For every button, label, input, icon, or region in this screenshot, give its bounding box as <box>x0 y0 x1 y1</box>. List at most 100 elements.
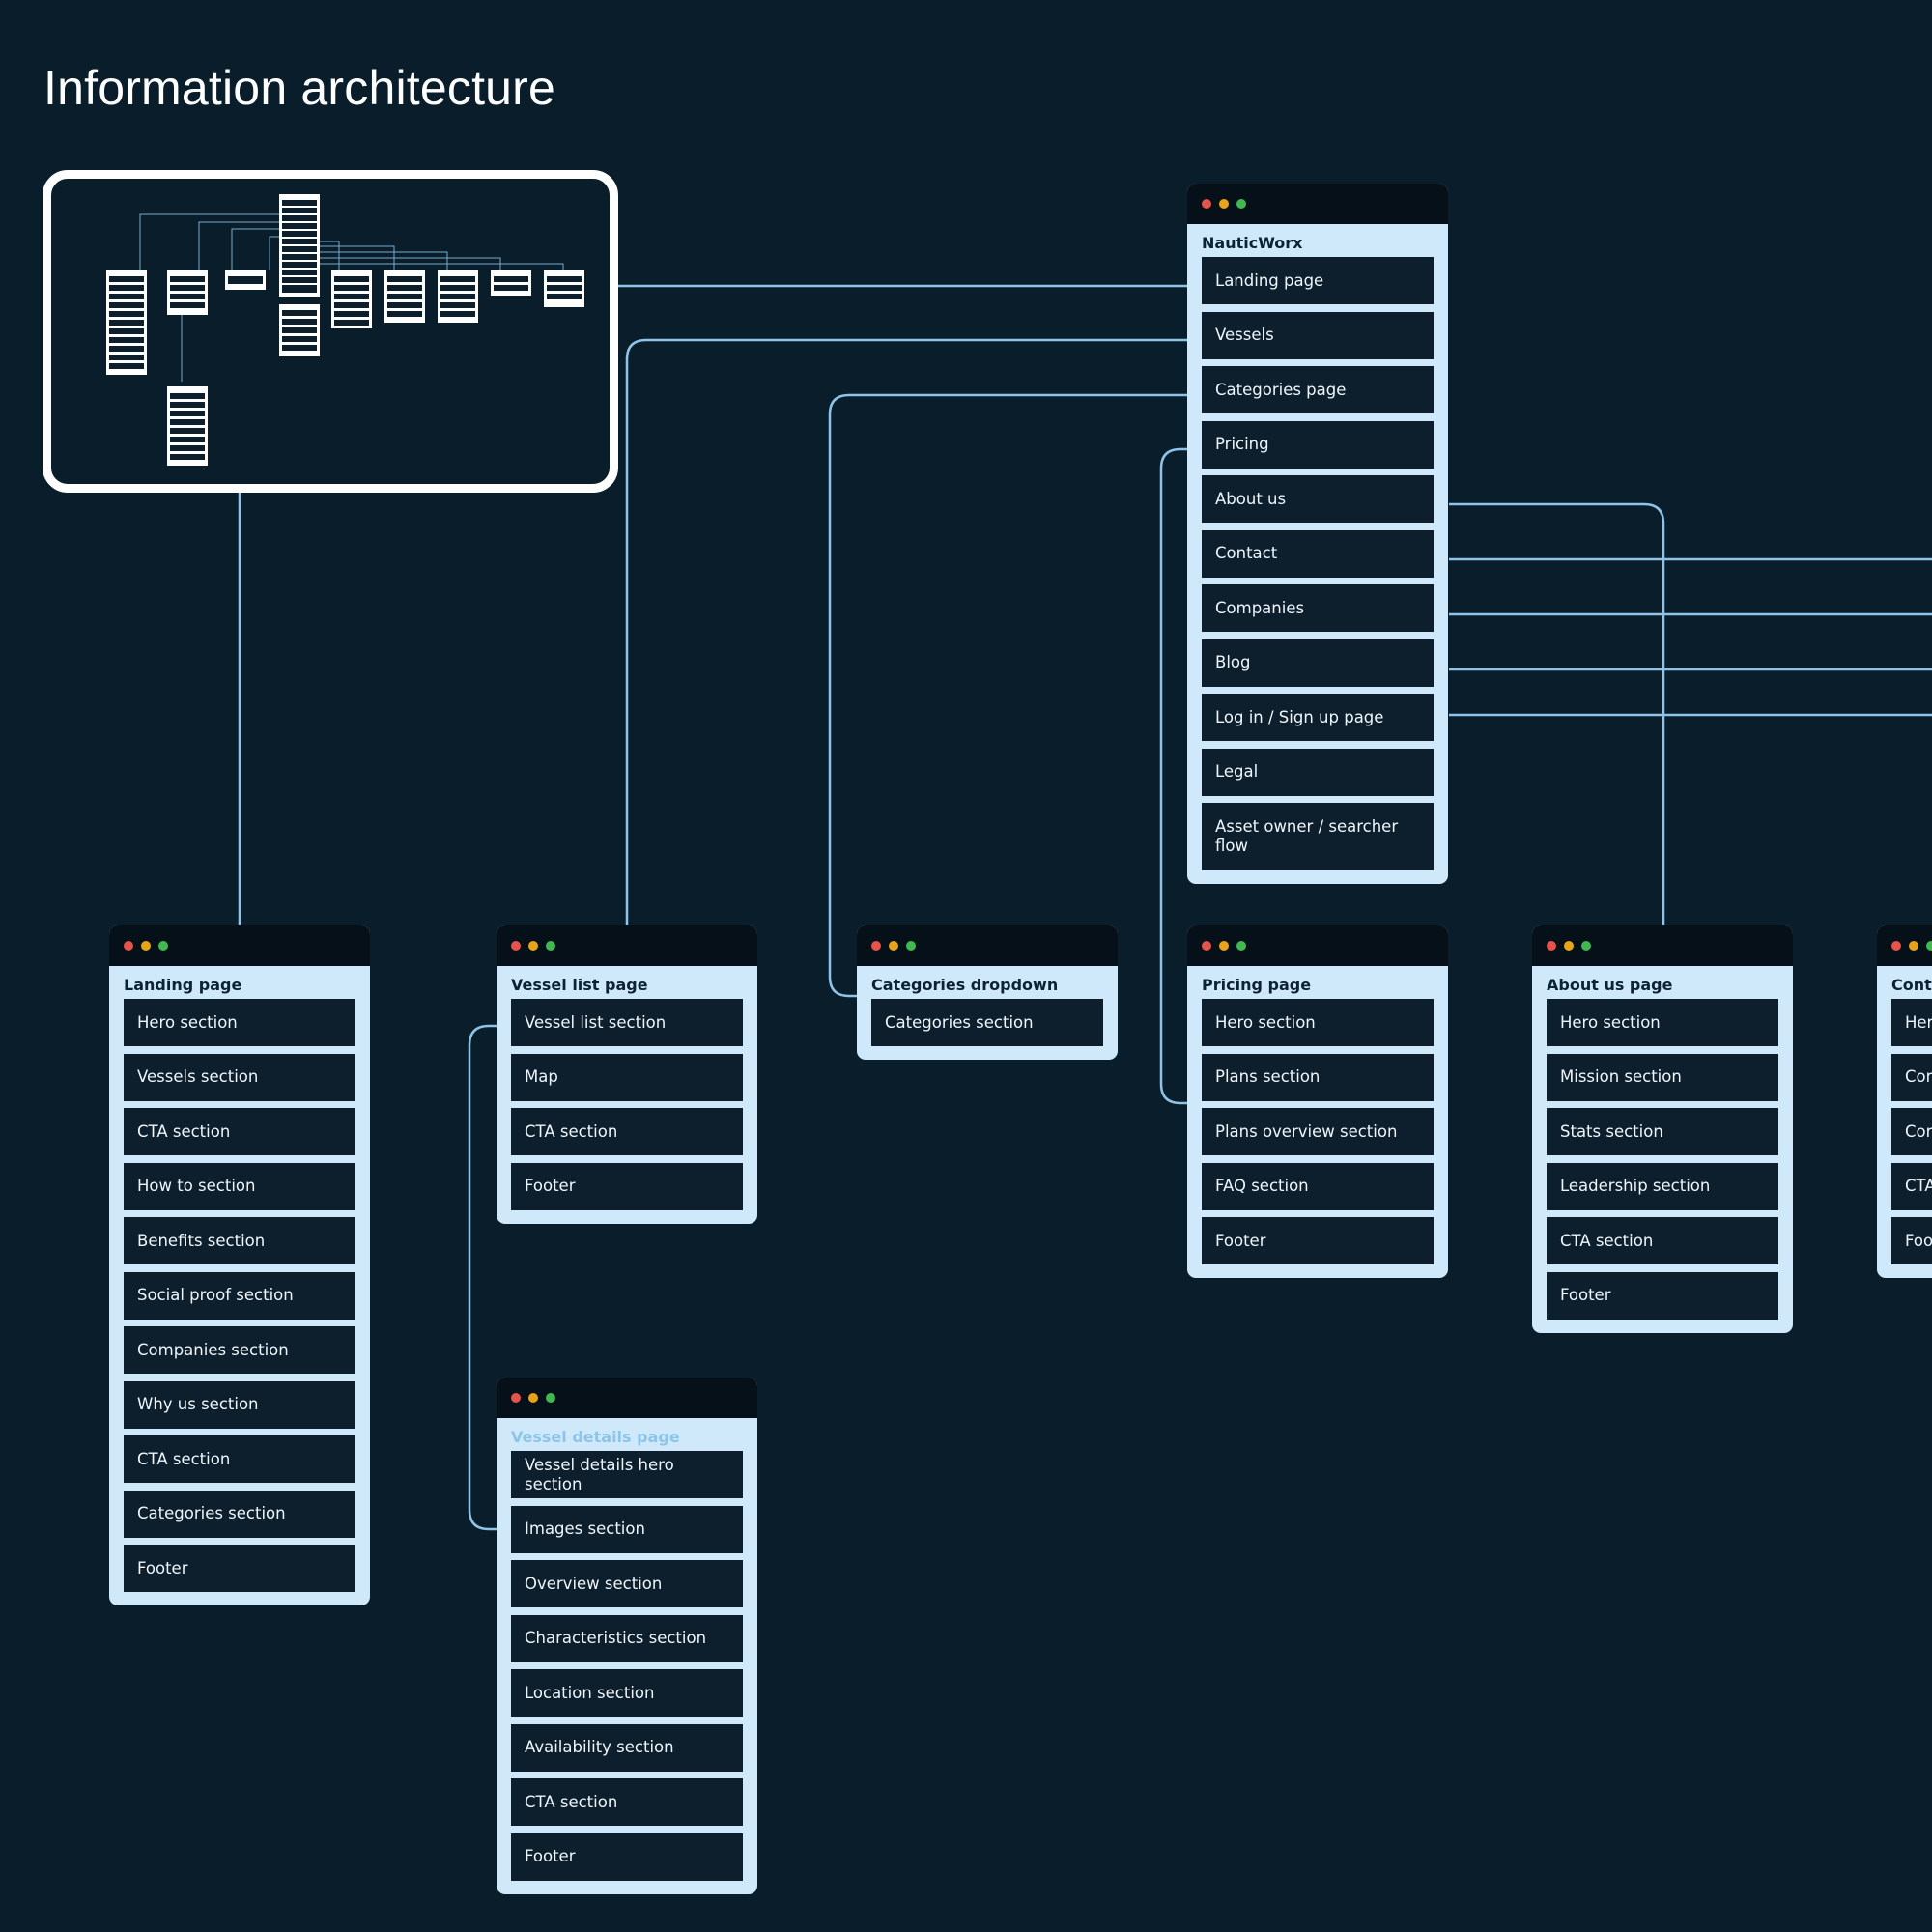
section-item[interactable]: Hero section <box>124 999 355 1046</box>
close-dot-icon <box>511 1393 521 1403</box>
window-bar <box>1187 184 1448 224</box>
section-item[interactable]: Footer <box>511 1833 743 1881</box>
window-bar <box>1532 925 1793 966</box>
window-bar <box>497 925 757 966</box>
maximize-dot-icon <box>546 1393 555 1403</box>
section-item[interactable]: Leadership section <box>1547 1162 1778 1210</box>
section-item[interactable]: Footer <box>1547 1271 1778 1320</box>
section-item[interactable]: Companies section <box>124 1326 355 1374</box>
window-bar <box>497 1378 757 1418</box>
section-item[interactable]: Plans overview section <box>1202 1108 1434 1155</box>
section-item[interactable]: Vessel details hero section <box>511 1451 743 1498</box>
close-dot-icon <box>1202 199 1211 209</box>
item-legal[interactable]: Legal <box>1202 748 1434 796</box>
section-item[interactable]: FAQ section <box>1202 1162 1434 1210</box>
item-login-signup[interactable]: Log in / Sign up page <box>1202 694 1434 741</box>
card-landing-page[interactable]: Landing page Hero section Vessels sectio… <box>109 925 370 1605</box>
window-bar <box>109 925 370 966</box>
minimize-dot-icon <box>1219 199 1229 209</box>
item-companies[interactable]: Companies <box>1202 584 1434 632</box>
card-title: Vessel list page <box>511 976 648 994</box>
section-item[interactable]: Stats section <box>1547 1108 1778 1155</box>
card-title: Landing page <box>124 976 242 994</box>
section-item[interactable]: Plans section <box>1202 1053 1434 1101</box>
card-vessel-details-page[interactable]: Vessel details page Vessel details hero … <box>497 1378 757 1894</box>
card-categories-dropdown[interactable]: Categories dropdown Categories section <box>857 925 1118 1060</box>
window-bar <box>1187 925 1448 966</box>
section-item[interactable]: Why us section <box>124 1380 355 1429</box>
section-item[interactable]: Categories section <box>871 999 1103 1046</box>
card-nauticworx[interactable]: NauticWorx Landing page Vessels Categori… <box>1187 184 1448 884</box>
maximize-dot-icon <box>546 941 555 951</box>
section-item[interactable]: CTA section <box>124 1435 355 1483</box>
card-contact-page[interactable]: Conta Her Cor Cor CTA Foo <box>1877 925 1932 1278</box>
section-item[interactable]: Overview section <box>511 1560 743 1607</box>
section-item[interactable]: Cor <box>1891 1053 1932 1101</box>
section-item[interactable]: Hero section <box>1202 999 1434 1046</box>
section-item[interactable]: Social proof section <box>124 1271 355 1320</box>
minimize-dot-icon <box>1564 941 1574 951</box>
close-dot-icon <box>1202 941 1211 951</box>
maximize-dot-icon <box>906 941 916 951</box>
section-item[interactable]: Characteristics section <box>511 1614 743 1662</box>
close-dot-icon <box>511 941 521 951</box>
section-item[interactable]: Images section <box>511 1505 743 1553</box>
item-about-us[interactable]: About us <box>1202 475 1434 523</box>
card-pricing-page[interactable]: Pricing page Hero section Plans section … <box>1187 925 1448 1278</box>
item-blog[interactable]: Blog <box>1202 639 1434 687</box>
close-dot-icon <box>124 941 133 951</box>
section-item[interactable]: CTA section <box>124 1108 355 1155</box>
card-title: Categories dropdown <box>871 976 1059 994</box>
minimize-dot-icon <box>141 941 151 951</box>
maximize-dot-icon <box>1236 941 1246 951</box>
item-asset-owner-flow[interactable]: Asset owner / searcher flow <box>1202 803 1434 870</box>
section-item[interactable]: Benefits section <box>124 1217 355 1264</box>
section-item[interactable]: Mission section <box>1547 1053 1778 1101</box>
minimize-dot-icon <box>528 941 538 951</box>
section-item[interactable]: Availability section <box>511 1723 743 1772</box>
item-categories-page[interactable]: Categories page <box>1202 366 1434 413</box>
section-item[interactable]: Foo <box>1891 1217 1932 1264</box>
section-item[interactable]: Cor <box>1891 1108 1932 1155</box>
card-title: NauticWorx <box>1202 234 1303 252</box>
item-contact[interactable]: Contact <box>1202 529 1434 578</box>
page-title: Information architecture <box>43 61 556 115</box>
minimize-dot-icon <box>889 941 898 951</box>
section-item[interactable]: Footer <box>124 1545 355 1592</box>
close-dot-icon <box>1891 941 1901 951</box>
section-item[interactable]: CTA section <box>511 1108 743 1155</box>
close-dot-icon <box>871 941 881 951</box>
section-item[interactable]: Hero section <box>1547 999 1778 1046</box>
section-item[interactable]: How to section <box>124 1162 355 1210</box>
section-item[interactable]: CTA <box>1891 1162 1932 1210</box>
card-title: Vessel details page <box>511 1428 680 1446</box>
window-bar <box>1877 925 1932 966</box>
section-item[interactable]: CTA section <box>1547 1217 1778 1264</box>
card-vessel-list-page[interactable]: Vessel list page Vessel list section Map… <box>497 925 757 1224</box>
minimap-overview[interactable] <box>43 170 618 493</box>
minimize-dot-icon <box>528 1393 538 1403</box>
connector-vessels-list <box>625 338 1202 925</box>
maximize-dot-icon <box>158 941 168 951</box>
maximize-dot-icon <box>1581 941 1591 951</box>
section-item[interactable]: Her <box>1891 999 1932 1046</box>
card-title: Pricing page <box>1202 976 1312 994</box>
card-about-us-page[interactable]: About us page Hero section Mission secti… <box>1532 925 1793 1333</box>
section-item[interactable]: Footer <box>511 1162 743 1210</box>
section-item[interactable]: Vessels section <box>124 1053 355 1101</box>
item-vessels[interactable]: Vessels <box>1202 311 1434 359</box>
maximize-dot-icon <box>1926 941 1932 951</box>
section-item[interactable]: Vessel list section <box>511 999 743 1046</box>
section-item[interactable]: CTA section <box>511 1778 743 1826</box>
section-item[interactable]: Categories section <box>124 1490 355 1538</box>
connector-categories <box>828 393 1202 998</box>
window-bar <box>857 925 1118 966</box>
item-landing-page[interactable]: Landing page <box>1202 257 1434 304</box>
section-item[interactable]: Footer <box>1202 1217 1434 1264</box>
card-title: About us page <box>1547 976 1673 994</box>
section-item[interactable]: Location section <box>511 1669 743 1717</box>
minimap-diagram <box>106 194 584 466</box>
item-pricing[interactable]: Pricing <box>1202 420 1434 469</box>
section-item[interactable]: Map <box>511 1053 743 1101</box>
card-title: Conta <box>1891 976 1932 994</box>
